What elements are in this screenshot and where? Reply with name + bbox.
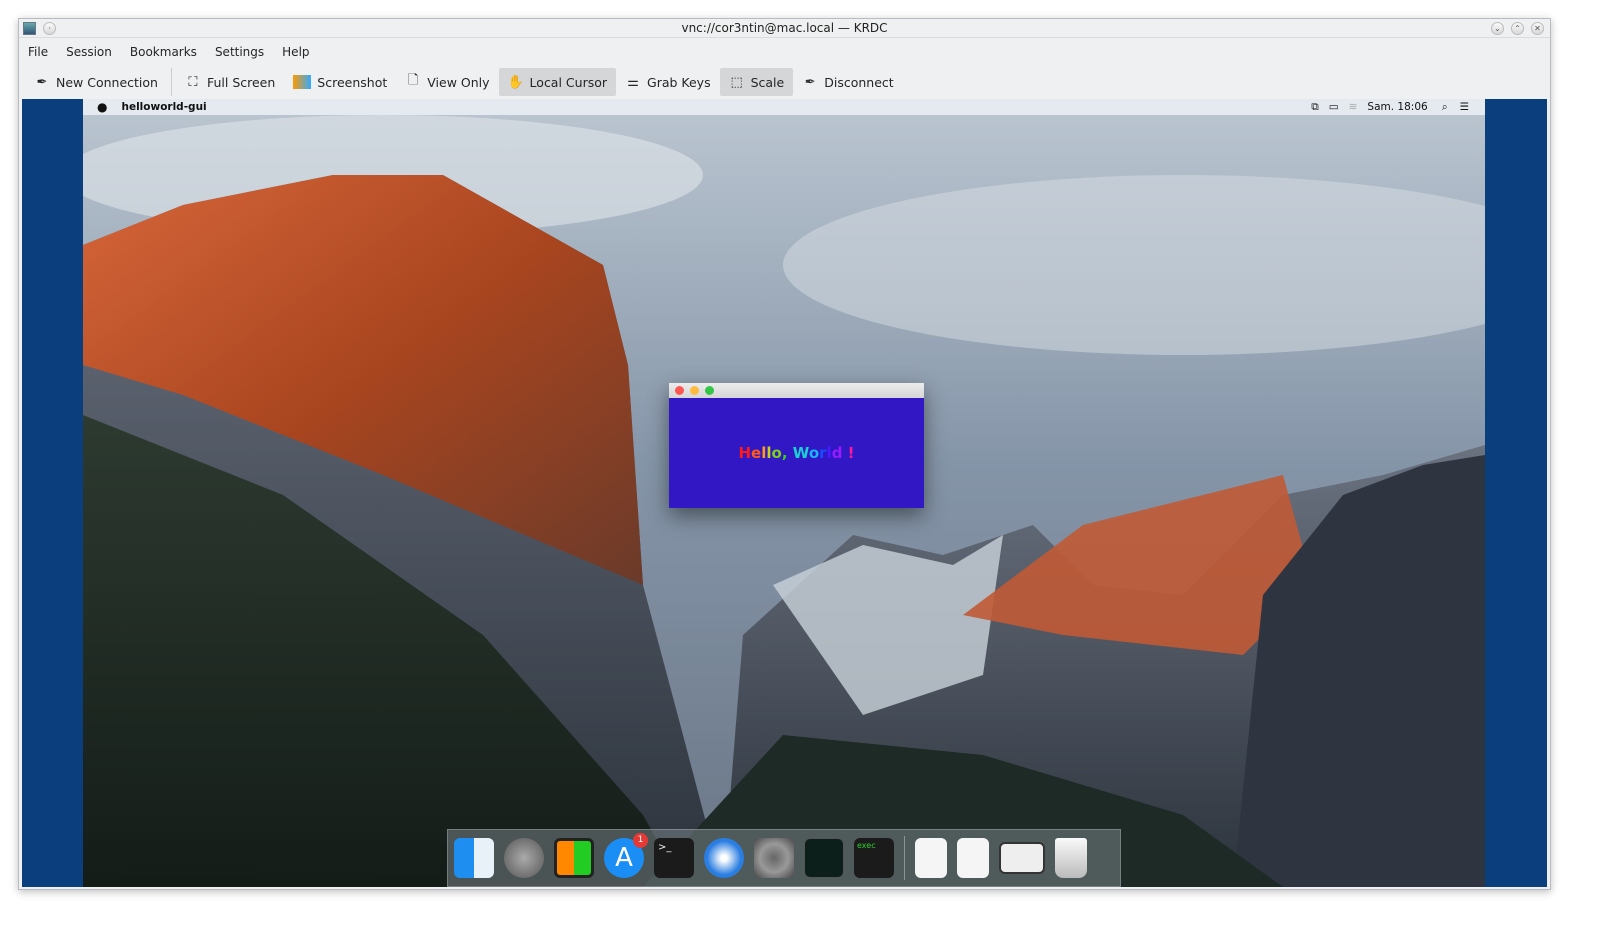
hello-world-text: Hello, World !	[738, 444, 854, 462]
dock-system-preferences[interactable]	[754, 838, 794, 878]
dock-divider	[904, 836, 905, 880]
airplay-icon[interactable]: ▭	[1329, 101, 1339, 113]
dock-terminal[interactable]: >_	[654, 838, 694, 878]
hello-letter: e	[751, 444, 762, 462]
scale-icon: ⬚	[730, 74, 743, 90]
full-screen-button[interactable]: ⛶ Full Screen	[176, 68, 284, 96]
clock[interactable]: Sam. 18:06	[1367, 101, 1427, 113]
zoom-window-button[interactable]	[705, 386, 714, 395]
mac-menu-bar: ● helloworld-gui ⧉ ▭ ≋ Sam. 18:06 ⌕ ☰	[83, 99, 1485, 115]
view-only-icon: 🗋	[408, 73, 419, 88]
new-connection-label: New Connection	[56, 74, 158, 90]
screenshot-label: Screenshot	[317, 74, 388, 90]
notification-center-icon[interactable]: ☰	[1460, 101, 1469, 113]
grab-keys-label: Grab Keys	[647, 74, 711, 90]
hand-icon: ✋	[507, 74, 524, 90]
dock-finder[interactable]	[454, 838, 494, 878]
toolbar: ✒ New Connection ⛶ Full Screen Screenshot …	[19, 67, 903, 97]
dock-safari[interactable]	[704, 838, 744, 878]
scale-label: Scale	[750, 74, 785, 90]
dock-activity-monitor[interactable]	[804, 838, 844, 878]
disconnect-label: Disconnect	[824, 74, 894, 90]
menu-session[interactable]: Session	[57, 41, 121, 63]
window-title: vnc://cor3ntin@mac.local — KRDC	[681, 21, 888, 35]
wifi-icon[interactable]: ≋	[1349, 101, 1358, 113]
dock: A1 >_ exec	[447, 829, 1121, 887]
disconnect-button[interactable]: ✒ Disconnect	[793, 68, 902, 96]
hello-letter: o	[771, 444, 782, 462]
active-app-name[interactable]: helloworld-gui	[121, 101, 206, 113]
displays-icon[interactable]: ⧉	[1311, 101, 1319, 114]
mac-screen[interactable]: ● helloworld-gui ⧉ ▭ ≋ Sam. 18:06 ⌕ ☰ He…	[83, 99, 1485, 887]
krdc-window: · vnc://cor3ntin@mac.local — KRDC ⌄ ⌃ ✕ …	[18, 18, 1551, 890]
local-cursor-button[interactable]: ✋ Local Cursor	[498, 68, 617, 96]
app-store-badge: 1	[633, 833, 648, 848]
hello-letter: W	[792, 444, 809, 462]
minimize-button[interactable]: ⌄	[1491, 22, 1504, 35]
menu-settings[interactable]: Settings	[206, 41, 273, 63]
dock-app-store[interactable]: A1	[604, 833, 648, 878]
spotlight-icon[interactable]: ⌕	[1442, 101, 1448, 114]
local-cursor-label: Local Cursor	[529, 74, 608, 90]
title-bar: · vnc://cor3ntin@mac.local — KRDC ⌄ ⌃ ✕	[19, 19, 1550, 38]
remote-desktop-view[interactable]: ● helloworld-gui ⧉ ▭ ≋ Sam. 18:06 ⌕ ☰ He…	[22, 99, 1547, 887]
toolbar-separator	[170, 68, 172, 96]
menu-bookmarks[interactable]: Bookmarks	[121, 41, 206, 63]
grab-keys-button[interactable]: ⚌ Grab Keys	[616, 68, 720, 96]
fullscreen-icon: ⛶	[188, 74, 198, 90]
plug-icon: ✒	[36, 74, 48, 90]
hello-window-content: Hello, World !	[669, 398, 924, 508]
maximize-button[interactable]: ⌃	[1511, 22, 1524, 35]
apple-icon[interactable]: ●	[97, 100, 107, 114]
dock-trash[interactable]	[1055, 838, 1087, 878]
disconnect-icon: ✒	[804, 74, 816, 90]
view-only-button[interactable]: 🗋 View Only	[396, 68, 498, 96]
view-only-label: View Only	[427, 74, 490, 90]
full-screen-label: Full Screen	[206, 74, 276, 90]
dock-launchpad[interactable]	[504, 838, 544, 878]
scale-button[interactable]: ⬚ Scale	[719, 68, 794, 96]
hello-world-window[interactable]: Hello, World !	[669, 383, 924, 508]
hello-letter: H	[738, 444, 752, 462]
menu-file[interactable]: File	[19, 41, 57, 63]
window-menu-button[interactable]: ·	[43, 22, 56, 35]
grab-keys-icon: ⚌	[627, 74, 639, 90]
close-window-button[interactable]	[675, 386, 684, 395]
dock-window-thumbnail[interactable]	[999, 842, 1045, 874]
hello-letter: r	[819, 444, 827, 462]
hello-letter: !	[847, 444, 855, 462]
screenshot-button[interactable]: Screenshot	[284, 68, 396, 96]
menu-bar: File Session Bookmarks Settings Help	[19, 41, 319, 63]
menu-help[interactable]: Help	[273, 41, 318, 63]
close-button[interactable]: ✕	[1531, 22, 1544, 35]
dock-document-1[interactable]	[915, 838, 947, 878]
dock-document-2[interactable]	[957, 838, 989, 878]
hello-letter: d	[831, 444, 843, 462]
app-icon	[23, 22, 36, 35]
new-connection-button[interactable]: ✒ New Connection	[25, 68, 167, 96]
hello-letter: o	[808, 444, 820, 462]
screenshot-icon	[293, 75, 312, 89]
hello-window-titlebar[interactable]	[669, 383, 924, 398]
minimize-window-button[interactable]	[690, 386, 699, 395]
dock-mission-control[interactable]	[554, 838, 594, 878]
dock-exec[interactable]: exec	[854, 838, 894, 878]
